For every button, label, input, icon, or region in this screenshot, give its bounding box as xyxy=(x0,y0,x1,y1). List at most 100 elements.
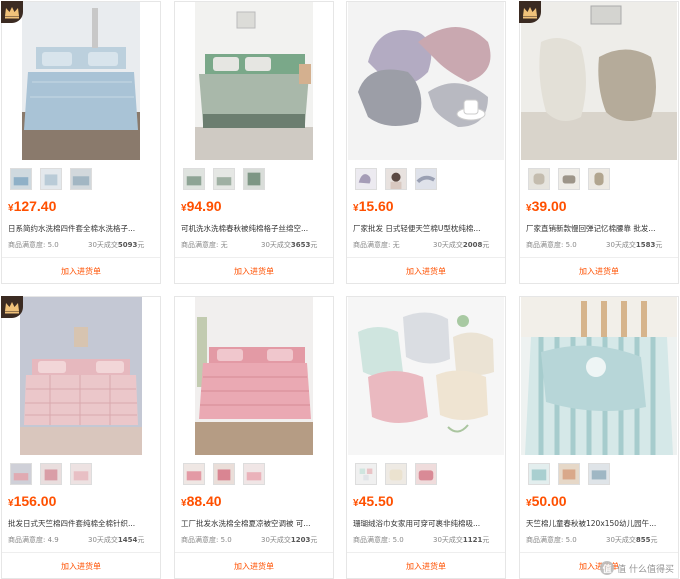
thumbnail[interactable] xyxy=(183,463,205,485)
thumbnail[interactable] xyxy=(558,168,580,190)
price: ¥94.90 xyxy=(181,198,222,216)
thumbnail[interactable] xyxy=(70,463,92,485)
product-title[interactable]: 日系简约水洗棉四件套全棉水洗格子... xyxy=(8,223,154,234)
crown-badge-icon xyxy=(1,1,23,23)
price-value: 94.90 xyxy=(186,198,222,214)
product-meta: 商品满意度: 5.0 30天成交1203元 xyxy=(181,535,327,545)
price: ¥39.00 xyxy=(526,198,567,216)
watermark-text: 值 什么值得买 xyxy=(617,564,674,575)
add-to-order-button[interactable]: 加入进货单 xyxy=(347,257,505,284)
product-meta: 商品满意度: 无 30天成交2008元 xyxy=(353,240,499,250)
add-to-order-button[interactable]: 加入进货单 xyxy=(2,552,160,579)
add-to-order-button[interactable]: 加入进货单 xyxy=(520,257,678,284)
thumbnail[interactable] xyxy=(385,463,407,485)
crown-badge-icon xyxy=(1,296,23,318)
product-image-bedding-blue[interactable] xyxy=(22,2,140,160)
sales-volume: 30天成交1121元 xyxy=(433,536,490,544)
product-card[interactable]: ¥88.40 工厂批发水洗棉全棉夏凉被空调被 可... 商品满意度: 5.0 3… xyxy=(174,296,334,579)
price-value: 156.00 xyxy=(13,493,57,509)
product-card[interactable]: ¥39.00 厂家直销新款慢回弹记忆棉腰靠 批发... 商品满意度: 5.0 3… xyxy=(519,1,679,284)
price: ¥156.00 xyxy=(8,493,56,511)
thumbnail-strip xyxy=(181,168,329,192)
product-image-kids-quilt[interactable] xyxy=(521,297,677,455)
rating-label: 商品满意度: 5.0 xyxy=(526,536,577,544)
price: ¥15.60 xyxy=(353,198,394,216)
thumbnail[interactable] xyxy=(243,463,265,485)
product-title[interactable]: 可机洗水洗棉春秋被纯棉格子丝绵空... xyxy=(181,223,327,234)
product-meta: 商品满意度: 5.0 30天成交1121元 xyxy=(353,535,499,545)
add-to-order-button[interactable]: 加入进货单 xyxy=(2,257,160,284)
product-title[interactable]: 厂家直销新款慢回弹记忆棉腰靠 批发... xyxy=(526,223,672,234)
product-card[interactable]: ¥50.00 天竺棉儿童春秋被120x150幼儿园午... 商品满意度: 5.0… xyxy=(519,296,679,579)
product-image-bedding-green[interactable] xyxy=(195,2,313,160)
thumbnail[interactable] xyxy=(385,168,407,190)
product-meta: 商品满意度: 无 30天成交3653元 xyxy=(181,240,327,250)
product-image-summer-quilt-pink[interactable] xyxy=(195,297,313,455)
product-card[interactable]: ¥45.50 珊瑚绒浴巾女家用可穿可裹非纯棉吸... 商品满意度: 5.0 30… xyxy=(346,296,506,579)
thumbnail[interactable] xyxy=(10,463,32,485)
price: ¥88.40 xyxy=(181,493,222,511)
product-meta: 商品满意度: 5.0 30天成交5093元 xyxy=(8,240,154,250)
sales-volume: 30天成交855元 xyxy=(606,536,658,544)
thumbnail[interactable] xyxy=(243,168,265,190)
sales-volume: 30天成交5093元 xyxy=(88,241,145,249)
thumbnail[interactable] xyxy=(558,463,580,485)
thumbnail-strip xyxy=(353,168,501,192)
thumbnail-strip xyxy=(526,168,674,192)
rating-label: 商品满意度: 5.0 xyxy=(353,536,404,544)
sales-volume: 30天成交1203元 xyxy=(261,536,318,544)
crown-badge-icon xyxy=(519,1,541,23)
thumbnail-strip xyxy=(8,168,156,192)
watermark-logo-icon: 值 xyxy=(600,561,615,575)
thumbnail[interactable] xyxy=(40,463,62,485)
thumbnail[interactable] xyxy=(213,463,235,485)
product-card[interactable]: ¥127.40 日系简约水洗棉四件套全棉水洗格子... 商品满意度: 5.0 3… xyxy=(1,1,161,284)
thumbnail[interactable] xyxy=(213,168,235,190)
product-title[interactable]: 厂家批发 日式轻便天竺棉U型枕纯棉... xyxy=(353,223,499,234)
rating-label: 商品满意度: 无 xyxy=(181,241,228,249)
site-watermark: 值 值 什么值得买 xyxy=(600,561,674,575)
thumbnail[interactable] xyxy=(588,168,610,190)
product-image-lumbar-cushion[interactable] xyxy=(521,2,677,160)
product-title[interactable]: 天竺棉儿童春秋被120x150幼儿园午... xyxy=(526,518,672,529)
sales-volume: 30天成交3653元 xyxy=(261,241,318,249)
thumbnail-strip xyxy=(8,463,156,487)
add-to-order-button[interactable]: 加入进货单 xyxy=(175,257,333,284)
price-value: 39.00 xyxy=(531,198,567,214)
sales-volume: 30天成交2008元 xyxy=(433,241,490,249)
thumbnail[interactable] xyxy=(588,463,610,485)
product-card[interactable]: ¥156.00 批发日式天竺棉四件套纯棉全棉针织... 商品满意度: 4.9 3… xyxy=(1,296,161,579)
price-value: 45.50 xyxy=(358,493,394,509)
product-title[interactable]: 批发日式天竺棉四件套纯棉全棉针织... xyxy=(8,518,154,529)
thumbnail[interactable] xyxy=(70,168,92,190)
product-image-bedding-pink[interactable] xyxy=(20,297,142,455)
product-meta: 商品满意度: 5.0 30天成交1583元 xyxy=(526,240,672,250)
product-image-u-pillow[interactable] xyxy=(348,2,504,160)
product-meta: 商品满意度: 4.9 30天成交1454元 xyxy=(8,535,154,545)
add-to-order-button[interactable]: 加入进货单 xyxy=(347,552,505,579)
product-title[interactable]: 工厂批发水洗棉全棉夏凉被空调被 可... xyxy=(181,518,327,529)
thumbnail[interactable] xyxy=(415,168,437,190)
thumbnail[interactable] xyxy=(528,168,550,190)
thumbnail[interactable] xyxy=(528,463,550,485)
product-card[interactable]: ¥94.90 可机洗水洗棉春秋被纯棉格子丝绵空... 商品满意度: 无 30天成… xyxy=(174,1,334,284)
rating-label: 商品满意度: 4.9 xyxy=(8,536,59,544)
thumbnail-strip xyxy=(353,463,501,487)
product-title[interactable]: 珊瑚绒浴巾女家用可穿可裹非纯棉吸... xyxy=(353,518,499,529)
price-value: 88.40 xyxy=(186,493,222,509)
thumbnail[interactable] xyxy=(355,168,377,190)
sales-volume: 30天成交1583元 xyxy=(606,241,663,249)
product-card[interactable]: ¥15.60 厂家批发 日式轻便天竺棉U型枕纯棉... 商品满意度: 无 30天… xyxy=(346,1,506,284)
price-value: 15.60 xyxy=(358,198,394,214)
rating-label: 商品满意度: 5.0 xyxy=(181,536,232,544)
add-to-order-button[interactable]: 加入进货单 xyxy=(175,552,333,579)
thumbnail[interactable] xyxy=(183,168,205,190)
thumbnail[interactable] xyxy=(10,168,32,190)
thumbnail[interactable] xyxy=(40,168,62,190)
sales-volume: 30天成交1454元 xyxy=(88,536,145,544)
price-value: 50.00 xyxy=(531,493,567,509)
product-grid: ¥127.40 日系简约水洗棉四件套全棉水洗格子... 商品满意度: 5.0 3… xyxy=(0,0,680,579)
thumbnail[interactable] xyxy=(355,463,377,485)
thumbnail[interactable] xyxy=(415,463,437,485)
product-image-bath-towels[interactable] xyxy=(348,297,504,455)
